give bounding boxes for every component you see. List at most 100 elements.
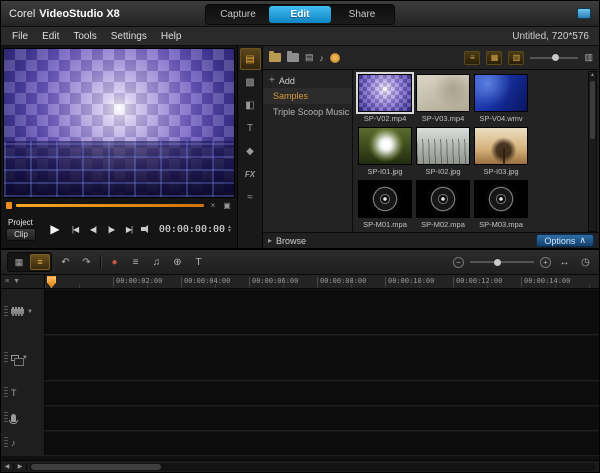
overlay-track-lane[interactable] bbox=[45, 335, 599, 380]
thumbnail-image[interactable] bbox=[474, 180, 528, 218]
ruler-track[interactable]: 00:00:02:00 00:00:04:00 00:00:06:00 00:0… bbox=[45, 275, 599, 288]
scroll-up-icon[interactable]: ▲ bbox=[590, 72, 595, 79]
track-dropdown-icon[interactable]: ▼ bbox=[13, 278, 20, 285]
stepper-down-icon[interactable]: ▼ bbox=[227, 229, 232, 233]
voice-track-header[interactable] bbox=[1, 406, 45, 430]
library-thumbnail[interactable]: SP-M01.mpa bbox=[358, 180, 412, 229]
timeline-view-button[interactable]: ≡ bbox=[30, 254, 50, 270]
thumbnail-image[interactable] bbox=[416, 180, 470, 218]
track-manager-icon[interactable]: ≡ bbox=[5, 278, 9, 285]
motion-tracking-button[interactable]: ⊕ bbox=[170, 257, 185, 268]
play-button[interactable]: ▶ bbox=[45, 222, 65, 236]
thumbnail-image[interactable] bbox=[358, 127, 412, 165]
menu-help[interactable]: Help bbox=[154, 31, 189, 42]
scrub-bar[interactable] bbox=[16, 204, 204, 207]
zoom-in-button[interactable]: + bbox=[540, 257, 551, 268]
library-folder-triple-scoop[interactable]: Triple Scoop Music bbox=[263, 104, 352, 120]
next-frame-button[interactable]: |▶ bbox=[103, 225, 119, 234]
menu-file[interactable]: File bbox=[5, 31, 35, 42]
show-audio-icon[interactable]: ♪ bbox=[320, 53, 325, 63]
end-button[interactable]: ▶| bbox=[121, 225, 137, 234]
import-media-folder-icon[interactable] bbox=[269, 53, 281, 62]
clip-mode-button[interactable]: Clip bbox=[6, 228, 36, 241]
music-track-header[interactable]: ♪ bbox=[1, 431, 45, 455]
home-button[interactable]: |◀ bbox=[67, 225, 83, 234]
scene-view-button[interactable]: ▥ bbox=[508, 51, 524, 65]
record-capture-button[interactable]: ● bbox=[107, 257, 122, 268]
scrollbar-track[interactable] bbox=[30, 463, 596, 471]
volume-icon[interactable] bbox=[141, 225, 152, 234]
library-thumbnail[interactable]: SP-I01.jpg bbox=[358, 127, 412, 176]
scrollbar-thumb[interactable] bbox=[31, 464, 161, 470]
scroll-right-button[interactable]: ▶ bbox=[14, 463, 27, 470]
library-settings-icon[interactable] bbox=[330, 53, 340, 63]
music-track-lane[interactable] bbox=[45, 431, 599, 455]
track-manager[interactable]: ≡ ▼ bbox=[1, 275, 45, 288]
voice-track-lane[interactable] bbox=[45, 406, 599, 430]
list-view-button[interactable]: ≡ bbox=[464, 51, 480, 65]
library-scrollbar[interactable]: ▲ bbox=[588, 71, 597, 232]
thumbnail-image[interactable] bbox=[416, 127, 470, 165]
video-track-header[interactable]: ▼ bbox=[1, 289, 45, 334]
library-thumbnail[interactable]: SP-I03.jpg bbox=[474, 127, 528, 176]
menu-edit[interactable]: Edit bbox=[35, 31, 66, 42]
timeline-zoom-slider[interactable] bbox=[470, 257, 534, 267]
scroll-left-button[interactable]: ◀ bbox=[1, 463, 14, 470]
library-thumbnail[interactable]: SP-M03.mpa bbox=[474, 180, 528, 229]
enlarge-preview-icon[interactable]: ▣ bbox=[222, 201, 232, 210]
timecode[interactable]: 00:00:00:00 bbox=[159, 224, 225, 235]
thumbnail-image[interactable] bbox=[358, 180, 412, 218]
window-menu-icon[interactable] bbox=[577, 8, 591, 19]
menu-tools[interactable]: Tools bbox=[66, 31, 103, 42]
tab-edit[interactable]: Edit bbox=[269, 6, 331, 23]
transition-category-icon[interactable]: ◧ bbox=[240, 94, 261, 116]
zoom-out-button[interactable]: − bbox=[453, 257, 464, 268]
fit-project-button[interactable]: ↔ bbox=[557, 257, 572, 268]
tab-capture[interactable]: Capture bbox=[207, 6, 269, 23]
scrollbar-thumb[interactable] bbox=[590, 81, 595, 139]
thumbnail-image[interactable] bbox=[474, 127, 528, 165]
browse-toggle[interactable]: Browse bbox=[276, 236, 306, 246]
library-thumbnail[interactable]: SP-V04.wmv bbox=[474, 74, 528, 123]
subtitle-editor-button[interactable]: T bbox=[191, 257, 206, 268]
hide-titles-icon[interactable]: ▥ bbox=[584, 52, 593, 63]
motion-path-category-icon[interactable]: ≈ bbox=[240, 186, 261, 208]
title-category-icon[interactable]: T bbox=[240, 117, 261, 139]
split-clip-icon[interactable]: × bbox=[208, 201, 218, 210]
thumbnail-image[interactable] bbox=[358, 74, 412, 112]
title-track-lane[interactable] bbox=[45, 381, 599, 405]
show-videos-icon[interactable]: ▤ bbox=[305, 52, 314, 63]
tab-share[interactable]: Share bbox=[331, 6, 393, 23]
library-folder-samples[interactable]: Samples bbox=[263, 88, 352, 104]
storyboard-view-button[interactable]: ▦ bbox=[9, 254, 29, 270]
overlay-track-header[interactable]: ▼ bbox=[1, 335, 45, 380]
library-thumbnail[interactable]: SP-M02.mpa bbox=[416, 180, 470, 229]
timecode-stepper[interactable]: ▲ ▼ bbox=[227, 225, 232, 233]
library-thumbnail[interactable]: SP-I02.jpg bbox=[416, 127, 470, 176]
instant-project-icon[interactable]: ▩ bbox=[240, 71, 261, 93]
undo-button[interactable]: ↶ bbox=[58, 257, 73, 268]
redo-button[interactable]: ↷ bbox=[79, 257, 94, 268]
timeline-playhead[interactable] bbox=[47, 276, 56, 288]
library-thumbnail[interactable]: SP-V02.mp4 bbox=[358, 74, 412, 123]
media-category-icon[interactable]: ▤ bbox=[240, 48, 261, 70]
add-folder-button[interactable]: + Add bbox=[263, 73, 352, 88]
title-track-header[interactable]: T bbox=[1, 381, 45, 405]
filter-category-icon[interactable]: FX bbox=[240, 163, 261, 185]
video-track-lane[interactable] bbox=[45, 289, 599, 334]
thumbnail-view-button[interactable]: ▦ bbox=[486, 51, 502, 65]
auto-music-button[interactable]: ♫ bbox=[149, 257, 164, 268]
graphic-category-icon[interactable]: ◆ bbox=[240, 140, 261, 162]
previous-frame-button[interactable]: ◀| bbox=[85, 225, 101, 234]
thumbnail-image[interactable] bbox=[474, 74, 528, 112]
preview-video[interactable] bbox=[3, 48, 235, 198]
project-mode-label[interactable]: Project bbox=[6, 218, 43, 227]
library-thumbnail[interactable]: SP-V03.mp4 bbox=[416, 74, 470, 123]
playhead-handle[interactable] bbox=[6, 202, 12, 209]
browse-folder-icon[interactable] bbox=[287, 53, 299, 62]
project-duration-button[interactable]: ◷ bbox=[578, 257, 593, 268]
options-button[interactable]: Options ∧ bbox=[536, 234, 594, 247]
sound-mixer-button[interactable]: ≡ bbox=[128, 257, 143, 268]
menu-settings[interactable]: Settings bbox=[104, 31, 154, 42]
thumbnail-image[interactable] bbox=[416, 74, 470, 112]
